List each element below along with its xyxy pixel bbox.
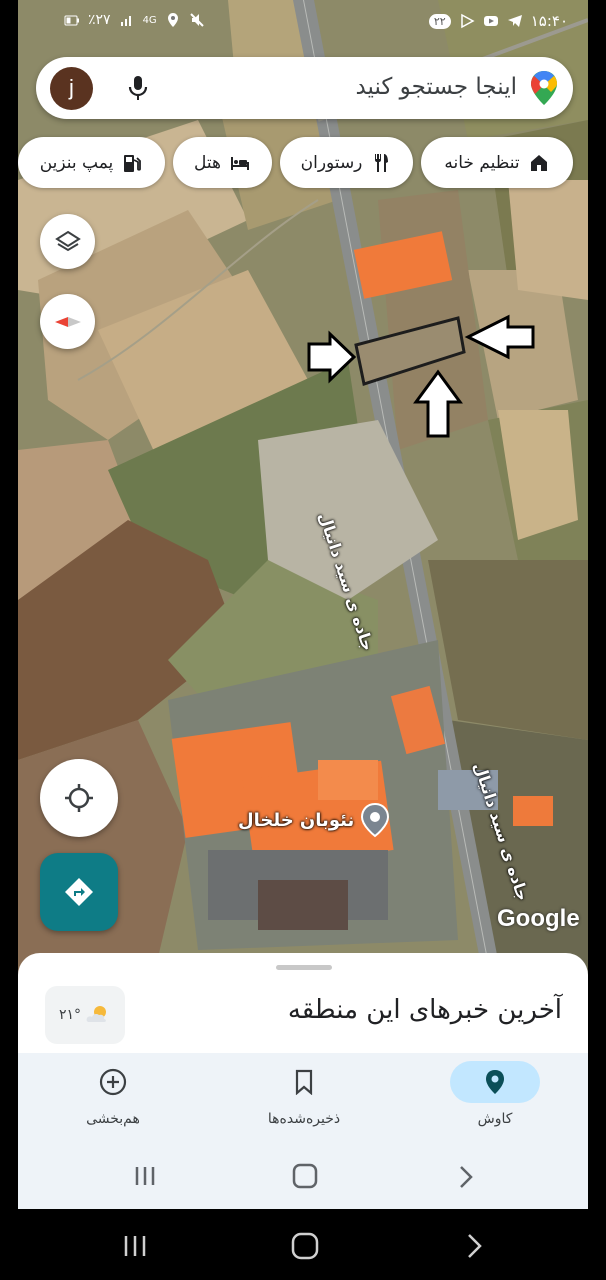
google-watermark: Google	[497, 905, 580, 932]
nav-contribute[interactable]: هم‌بخشی	[53, 1061, 173, 1141]
microphone-icon[interactable]	[126, 74, 150, 102]
nav-explore-label: کاوش	[477, 1111, 513, 1127]
chip-hotel-label: هتل	[194, 152, 221, 173]
location-status-icon	[167, 13, 178, 27]
home-icon	[530, 154, 547, 171]
nav-saved-pill	[259, 1061, 349, 1103]
chip-gas-station-label: پمپ بنزین	[39, 152, 114, 173]
weather-chip[interactable]: ۲۱°	[45, 986, 125, 1044]
layers-icon	[54, 230, 81, 251]
play-store-icon	[460, 13, 475, 29]
mute-icon	[189, 13, 204, 27]
recents-icon[interactable]	[133, 1165, 157, 1187]
telegram-icon	[507, 15, 522, 27]
search-input[interactable]: اینجا جستجو کنید	[355, 74, 517, 100]
chip-restaurant[interactable]: رستوران	[280, 137, 413, 188]
bookmark-icon	[295, 1069, 313, 1095]
chip-hotel[interactable]: هتل	[173, 137, 272, 188]
chip-gas-station[interactable]: پمپ بنزین	[18, 137, 165, 188]
system-navigation-bar	[0, 1209, 606, 1280]
network-type: 4G	[142, 14, 157, 26]
nav-saved[interactable]: ذخیره‌شده‌ها	[244, 1061, 364, 1141]
home-button-icon[interactable]	[292, 1163, 318, 1189]
partly-cloudy-icon	[86, 1006, 107, 1022]
directions-icon	[65, 878, 93, 906]
system-recents-icon[interactable]	[122, 1234, 148, 1258]
nav-saved-label: ذخیره‌شده‌ها	[267, 1111, 341, 1127]
nav-contribute-label: هم‌بخشی	[86, 1111, 140, 1127]
layers-button[interactable]	[40, 214, 95, 269]
place-pin-icon	[361, 802, 390, 838]
hotel-icon	[231, 156, 249, 170]
clock: ۱۵:۴۰	[530, 12, 568, 30]
youtube-icon	[483, 16, 498, 26]
weather-temperature: ۲۱°	[58, 1007, 82, 1023]
notification-count-badge: ۲۲	[428, 13, 451, 29]
gas-station-icon	[124, 154, 142, 172]
sheet-drag-handle[interactable]	[276, 965, 332, 970]
chip-restaurant-label: رستوران	[300, 152, 363, 173]
app-navigation-bar	[18, 1145, 588, 1209]
my-location-icon	[65, 784, 93, 812]
google-maps-logo-icon	[531, 71, 557, 105]
my-location-button[interactable]	[40, 759, 118, 837]
chip-home[interactable]: تنظیم خانه	[421, 137, 573, 188]
nav-contribute-pill	[68, 1061, 158, 1103]
battery-percent: ٪۲۷	[88, 12, 111, 28]
nav-explore-pill	[450, 1061, 540, 1103]
bottom-sheet[interactable]: ۲۱° آخرین خبرهای این منطقه	[18, 953, 588, 1053]
sheet-title: آخرین خبرهای این منطقه	[287, 995, 562, 1025]
status-bar: ٪۲۷ 4G ۲۲ ۱۵:۴۰	[18, 0, 588, 42]
search-bar[interactable]: j اینجا جستجو کنید	[36, 57, 573, 119]
system-home-icon[interactable]	[291, 1232, 319, 1260]
system-back-icon[interactable]	[466, 1233, 484, 1259]
explore-pin-icon	[486, 1070, 504, 1094]
signal-icon	[120, 16, 131, 26]
avatar[interactable]: j	[50, 67, 93, 110]
back-icon[interactable]	[458, 1165, 474, 1189]
chip-home-label: تنظیم خانه	[444, 152, 520, 173]
add-contribute-icon	[99, 1068, 127, 1096]
directions-button[interactable]	[40, 853, 118, 931]
nav-explore[interactable]: کاوش	[435, 1061, 555, 1141]
place-marker[interactable]: نئوبان خلخال	[238, 802, 390, 838]
battery-icon	[64, 15, 79, 26]
restaurant-icon	[375, 153, 389, 172]
bottom-navigation: کاوش ذخیره‌شده‌ها هم‌بخشی	[18, 1053, 588, 1145]
compass-button[interactable]	[40, 294, 95, 349]
place-label: نئوبان خلخال	[238, 809, 355, 831]
compass-icon	[54, 316, 81, 327]
